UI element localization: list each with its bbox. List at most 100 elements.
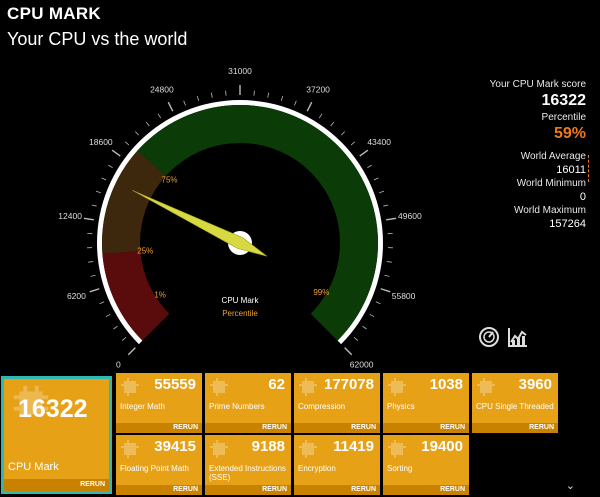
tile-value: 62 <box>268 376 285 393</box>
gauge-tick-label: 31000 <box>228 66 252 76</box>
minor-tick <box>267 92 270 98</box>
cpu-mark-tile-value: 16322 <box>18 395 88 423</box>
tile-value: 3960 <box>518 376 552 393</box>
scroll-down-chevron-icon[interactable]: ⌄ <box>566 479 575 492</box>
minor-tick <box>108 164 113 169</box>
band-percent-label: 1% <box>154 290 166 299</box>
gauge-tick-label: 12400 <box>58 211 82 221</box>
tile-cpu-single-threaded[interactable]: 3960 CPU Single Threaded RERUN <box>472 373 558 433</box>
minor-tick <box>353 337 359 341</box>
minor-tick <box>384 274 390 277</box>
rerun-button[interactable]: RERUN <box>383 485 469 495</box>
minor-tick <box>341 131 346 136</box>
tile-label: CPU Single Threaded <box>476 402 554 411</box>
cpu-mark-rerun-button[interactable]: RERUN <box>4 479 109 491</box>
rerun-button[interactable]: RERUN <box>294 423 380 433</box>
chip-icon <box>299 378 317 396</box>
gauge-tick-label: 18600 <box>89 137 113 147</box>
minor-tick <box>105 313 111 318</box>
world-maximum-label: World Maximum <box>513 205 586 216</box>
rerun-button[interactable]: RERUN <box>383 423 469 433</box>
rerun-button[interactable]: RERUN <box>472 423 558 433</box>
tile-floating-point-math[interactable]: 39415 Floating Point Math RERUN <box>116 435 202 495</box>
minor-tick <box>210 92 213 98</box>
tile-value: 9188 <box>251 438 285 455</box>
minor-tick <box>121 337 127 341</box>
gauge-legend-sublabel: Percentile <box>222 309 258 318</box>
rerun-button[interactable]: RERUN <box>205 485 291 495</box>
minor-tick <box>90 274 96 277</box>
minor-tick <box>367 164 372 169</box>
chip-icon <box>210 440 228 458</box>
minor-tick <box>386 261 392 263</box>
major-tick <box>89 288 100 293</box>
minor-tick <box>373 177 379 181</box>
tile-label: Prime Numbers <box>209 402 265 411</box>
chip-icon <box>388 378 406 396</box>
rerun-button[interactable]: RERUN <box>116 485 202 495</box>
world-minimum-value: 0 <box>579 191 586 203</box>
gauge-tick-label: 6200 <box>67 291 86 301</box>
chip-icon <box>388 440 406 458</box>
minor-tick <box>294 100 297 106</box>
gauge-tick-label: 0 <box>116 360 121 370</box>
chip-icon <box>121 440 139 458</box>
tile-value: 55559 <box>154 376 196 393</box>
gauge-tick-label: 24800 <box>150 85 174 95</box>
minor-tick <box>124 141 130 146</box>
tile-label: Integer Math <box>120 402 165 411</box>
speedometer-icon[interactable] <box>478 326 500 348</box>
tile-label: Floating Point Math <box>120 464 189 473</box>
gauge-tick-label: 49600 <box>398 211 422 221</box>
minor-tick <box>95 190 101 194</box>
tile-label: Extended Instructions (SSE) <box>209 464 286 482</box>
gauge-legend-label: CPU Mark <box>222 296 260 305</box>
gauge-tick-label: 55800 <box>392 291 416 301</box>
cpu-mark-tile[interactable]: 16322 CPU Mark RERUN <box>1 376 112 494</box>
tile-physics[interactable]: 1038 Physics RERUN <box>383 373 469 433</box>
tile-value: 19400 <box>421 438 463 455</box>
gauge-band-2 <box>137 105 378 341</box>
major-tick <box>127 347 136 356</box>
tile-prime-numbers[interactable]: 62 Prime Numbers RERUN <box>205 373 291 433</box>
band-percent-label: 25% <box>137 246 153 255</box>
gauge-tick-label: 62000 <box>350 360 374 370</box>
tile-compression[interactable]: 177078 Compression RERUN <box>294 373 380 433</box>
tile-label: Encryption <box>298 464 336 473</box>
rerun-button[interactable]: RERUN <box>116 423 202 433</box>
tile-integer-math[interactable]: 55559 Integer Math RERUN <box>116 373 202 433</box>
score-stats-panel: Your CPU Mark score 16322 Percentile 59%… <box>436 78 586 231</box>
band-percent-label: 75% <box>162 175 178 184</box>
minor-tick <box>369 313 375 318</box>
minor-tick <box>196 95 200 101</box>
tile-value: 39415 <box>154 438 196 455</box>
tile-label: Compression <box>298 402 346 411</box>
chart-icon[interactable] <box>507 326 529 348</box>
tile-extended-instructions[interactable]: 9188 Extended Instructions (SSE) RERUN <box>205 435 291 495</box>
minor-tick <box>330 121 335 127</box>
minor-tick <box>99 301 105 305</box>
tile-sorting[interactable]: 19400 Sorting RERUN <box>383 435 469 495</box>
major-tick <box>386 217 397 221</box>
minor-tick <box>183 100 186 106</box>
tile-value: 177078 <box>323 376 374 393</box>
percentile-value: 59% <box>553 125 586 142</box>
gauge-tick-label: 43400 <box>367 137 391 147</box>
rerun-button[interactable]: RERUN <box>294 485 380 495</box>
major-tick <box>167 101 174 112</box>
minor-tick <box>134 131 139 136</box>
minor-tick <box>350 141 356 146</box>
tile-encryption[interactable]: 11419 Encryption RERUN <box>294 435 380 495</box>
chip-icon <box>477 378 495 396</box>
major-tick <box>111 149 121 157</box>
major-tick <box>380 288 391 293</box>
gauge-tick-label: 37200 <box>306 85 330 95</box>
chip-icon <box>121 378 139 396</box>
major-tick <box>359 149 369 157</box>
divider <box>588 155 589 182</box>
rerun-button[interactable]: RERUN <box>205 423 291 433</box>
minor-tick <box>379 190 385 194</box>
chip-icon <box>210 378 228 396</box>
minor-tick <box>145 121 150 127</box>
minor-tick <box>88 261 94 263</box>
